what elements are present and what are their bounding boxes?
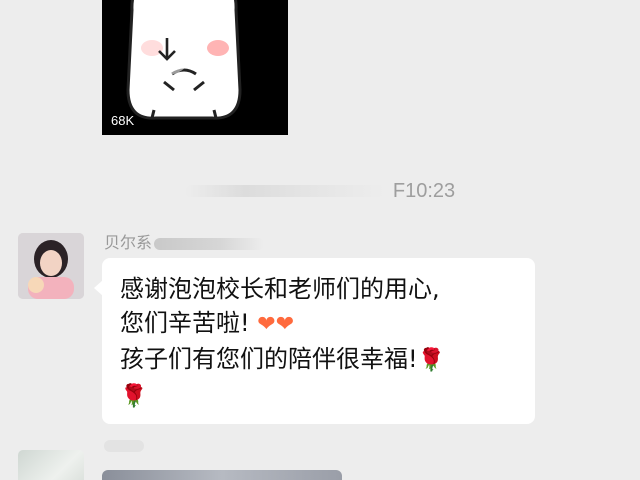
orange-heart-emoji: ❤: [275, 312, 295, 337]
sender-name: 贝尔系: [104, 229, 265, 253]
message-line: 感谢泡泡校长和老师们的用心,: [120, 275, 440, 303]
sender-name-text: 贝尔系: [104, 233, 153, 252]
rose-emoji: 🌹: [120, 384, 148, 409]
image-message-partial[interactable]: [102, 470, 342, 480]
avatar-image: [18, 233, 84, 299]
blurred-name-tail: [154, 237, 265, 250]
sticker-message[interactable]: 68K: [102, 0, 288, 135]
orange-heart-emoji: ❤: [257, 312, 276, 337]
message-bubble[interactable]: 感谢泡泡校长和老师们的用心, 您们辛苦啦! ❤❤ 孩子们有您们的陪伴很幸福!🌹 …: [94, 258, 535, 424]
download-arrow-icon: [158, 38, 176, 61]
message-line-text: 您们辛苦啦!: [120, 309, 250, 337]
message-line-text: 孩子们有您们的陪伴很幸福!: [120, 345, 418, 373]
chat-screen: 68K F10:23 贝尔系 感谢泡泡校长和老师们的用心, 您们辛苦啦! ❤❤ …: [0, 0, 640, 480]
message-timestamp: F10:23: [0, 176, 640, 206]
blurred-sender-name: [104, 440, 144, 452]
timestamp-time: F10:23: [392, 179, 456, 202]
avatar[interactable]: [18, 233, 84, 299]
message-line: 您们辛苦啦! ❤❤: [120, 306, 517, 342]
file-size-label: 68K: [111, 113, 135, 128]
message-line: 🌹: [120, 378, 517, 414]
message-line: 孩子们有您们的陪伴很幸福!🌹: [120, 342, 517, 378]
rose-emoji: 🌹: [417, 348, 446, 373]
blurred-date: [184, 185, 385, 197]
avatar[interactable]: [18, 450, 84, 480]
download-button[interactable]: [141, 23, 193, 75]
